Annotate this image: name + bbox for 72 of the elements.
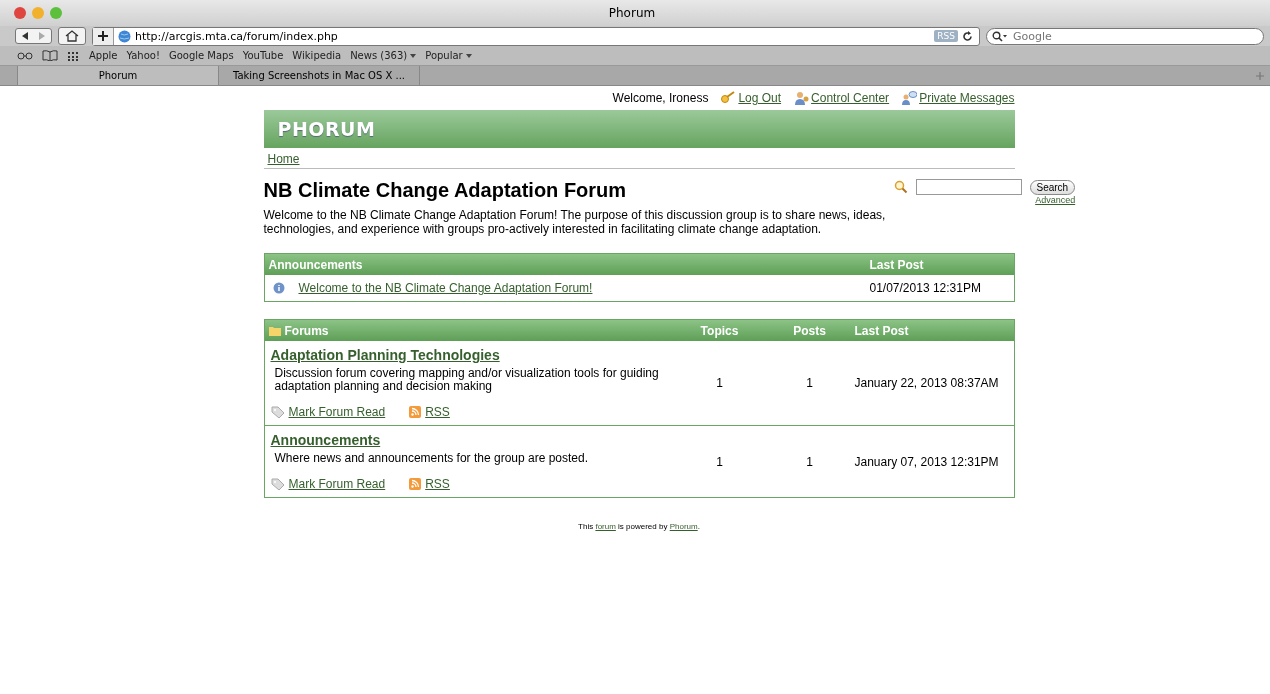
column-header: Forums xyxy=(284,323,329,338)
mark-read-link[interactable]: Mark Forum Read xyxy=(288,477,386,491)
column-header: Posts xyxy=(792,323,827,338)
reload-icon[interactable] xyxy=(962,30,973,42)
search-icon xyxy=(992,30,1008,42)
phorum-link[interactable]: Phorum xyxy=(669,522,698,531)
rss-link[interactable]: RSS xyxy=(425,477,450,491)
bookmark-item[interactable]: Wikipedia xyxy=(292,50,342,61)
globe-icon xyxy=(118,29,131,43)
address-bar[interactable]: http://arcgis.mta.ca/forum/index.php RSS xyxy=(92,26,980,46)
home-button[interactable] xyxy=(58,27,86,45)
welcome-text: Welcome, Ironess xyxy=(612,91,709,105)
bookmark-item[interactable]: YouTube xyxy=(242,50,284,61)
forum-description: Welcome to the NB Climate Change Adaptation Forum! The purpose of this discussion group is to share news, ideas, technologies, and experience with groups pro-actively interested in facilitating climate change adaptation. xyxy=(263,208,887,236)
column-header: Announcements xyxy=(268,257,364,272)
advanced-search-link[interactable]: Advanced xyxy=(1035,195,1076,205)
topics-count: 1 xyxy=(715,454,724,469)
tag-icon xyxy=(270,478,285,490)
forum-description: Where news and announcements for the group are posted. xyxy=(274,452,590,465)
search-input[interactable] xyxy=(915,179,1022,195)
column-header: Last Post xyxy=(869,257,925,272)
forum-description: Discussion forum covering mapping and/or visualization tools for guiding adaptation planning and decision making xyxy=(274,367,660,393)
info-icon xyxy=(272,282,285,294)
user-gear-icon xyxy=(793,91,810,105)
forum-link[interactable]: forum xyxy=(595,522,616,531)
magnifier-icon xyxy=(893,180,908,194)
user-link[interactable]: Private Messages xyxy=(919,91,1015,105)
column-header: Last Post xyxy=(854,323,910,338)
bookmark-item[interactable]: Popular xyxy=(425,50,472,61)
browser-tab[interactable]: Phorum xyxy=(17,66,219,85)
topics-count: 1 xyxy=(715,376,724,390)
rss-icon xyxy=(409,478,422,490)
mark-read-link[interactable]: Mark Forum Read xyxy=(288,405,386,419)
breadcrumb-link[interactable]: Home xyxy=(267,152,300,166)
column-header: Topics xyxy=(699,323,740,338)
forum-title: NB Climate Change Adaptation Forum xyxy=(263,179,628,202)
caret-icon xyxy=(410,54,417,58)
tag-icon xyxy=(270,406,285,418)
bookmark-item[interactable]: Yahoo! xyxy=(126,50,160,61)
last-post-date: January 22, 2013 08:37AM xyxy=(854,376,1000,390)
folder-icon xyxy=(268,325,281,336)
plus-icon xyxy=(98,31,108,41)
forum-name-link[interactable]: Announcements xyxy=(270,432,381,448)
forum-name-link[interactable]: Adaptation Planning Technologies xyxy=(270,347,500,363)
last-post-date: 01/07/2013 12:31PM xyxy=(869,281,982,295)
back-forward-control[interactable] xyxy=(15,28,52,44)
grid-icon[interactable] xyxy=(67,50,80,61)
key-icon xyxy=(720,91,737,105)
last-post-date: January 07, 2013 12:31PM xyxy=(854,454,1000,469)
window-title: Phorum xyxy=(608,6,656,20)
announcement-link[interactable]: Welcome to the NB Climate Change Adaptation Forum! xyxy=(298,281,856,295)
rss-icon xyxy=(409,406,422,418)
home-icon xyxy=(65,30,79,42)
close-button[interactable] xyxy=(14,7,26,19)
search-button[interactable]: Search xyxy=(1029,179,1076,195)
url-text: http://arcgis.mta.ca/forum/index.php xyxy=(135,29,339,43)
reading-list-icon[interactable] xyxy=(17,51,33,60)
footer-text: This forum is powered by Phorum. xyxy=(577,522,701,531)
posts-count: 1 xyxy=(805,376,814,390)
bookmark-item[interactable]: Apple xyxy=(89,50,118,61)
add-bookmark-button[interactable] xyxy=(93,27,114,45)
logo-text: PHORUM xyxy=(277,118,376,140)
bookmark-item[interactable]: Google Maps xyxy=(168,50,234,61)
user-speech-icon xyxy=(901,91,918,105)
user-link[interactable]: Log Out xyxy=(738,91,782,105)
search-field[interactable]: Google xyxy=(986,27,1264,45)
rss-link[interactable]: RSS xyxy=(425,405,450,419)
caret-icon xyxy=(465,54,472,58)
posts-count: 1 xyxy=(805,454,814,469)
book-icon[interactable] xyxy=(42,50,58,61)
user-link[interactable]: Control Center xyxy=(811,91,890,105)
bookmark-item[interactable]: News (363) xyxy=(350,50,417,61)
